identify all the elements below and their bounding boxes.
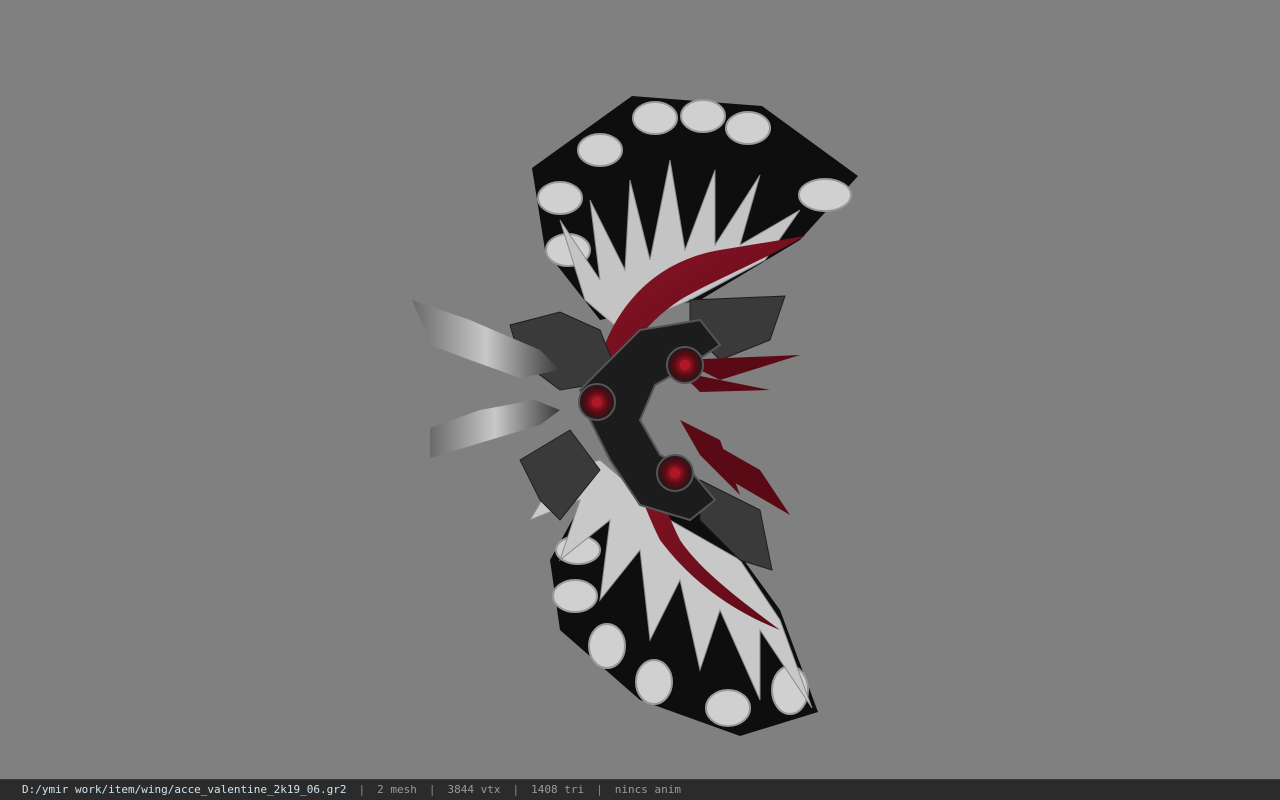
separator: | (596, 783, 603, 796)
3d-viewport[interactable] (0, 0, 1280, 779)
vertex-count: 3844 vtx (447, 783, 501, 796)
separator: | (358, 783, 366, 796)
separator: | (512, 783, 520, 796)
separator: | (428, 783, 436, 796)
triangle-count: 1408 tri (531, 783, 585, 796)
mesh-count: 2 mesh (377, 783, 417, 796)
wing-model-render (412, 96, 858, 736)
animation-status: nincs anim (614, 783, 681, 796)
status-bar: D:/ymir work/item/wing/acce_valentine_2k… (0, 779, 1280, 800)
file-path: D:/ymir work/item/wing/acce_valentine_2k… (22, 783, 347, 796)
